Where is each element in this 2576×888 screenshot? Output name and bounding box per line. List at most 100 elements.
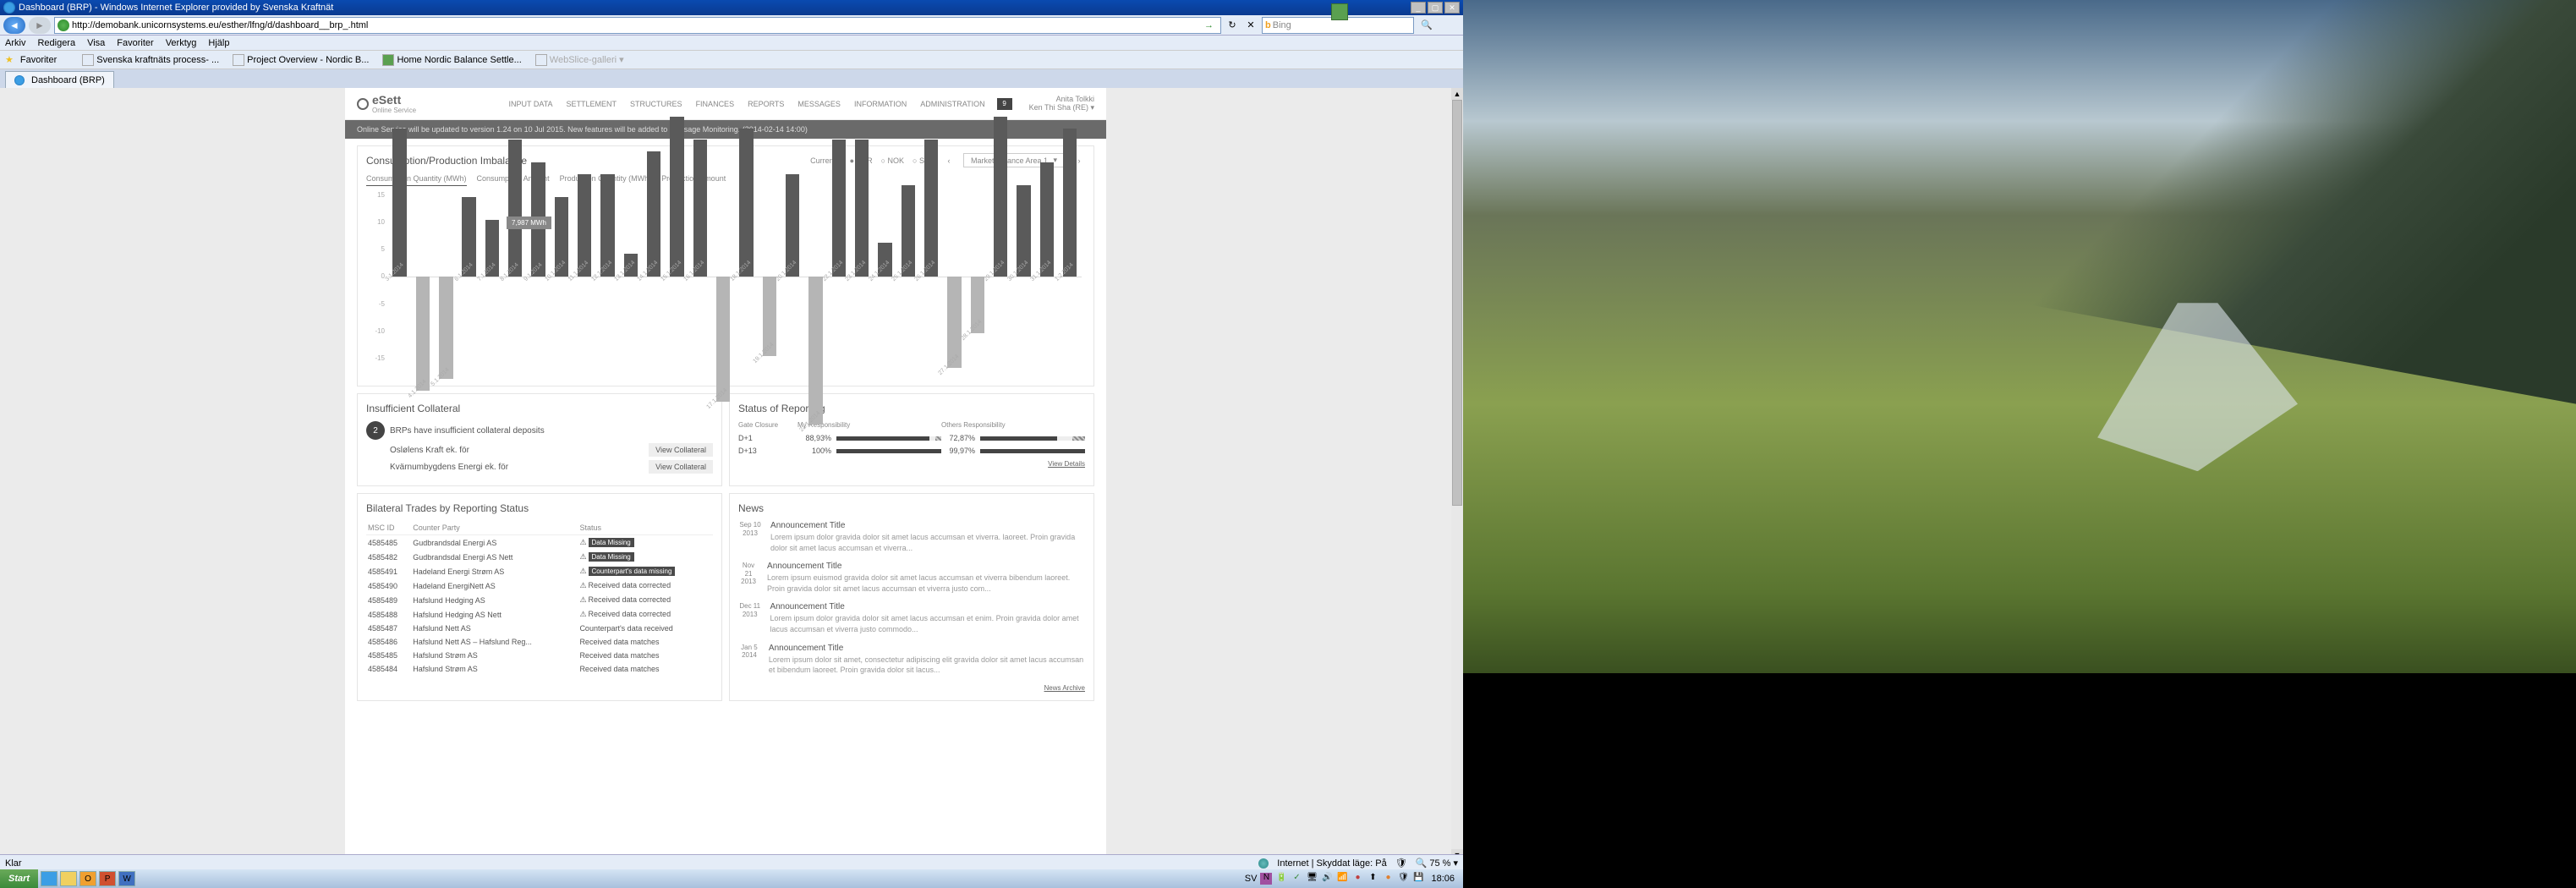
- scroll-thumb[interactable]: [1452, 100, 1462, 506]
- menu-arkiv[interactable]: Arkiv: [5, 38, 25, 48]
- news-item[interactable]: Dec 112013Announcement TitleLorem ipsum …: [738, 602, 1085, 634]
- table-row[interactable]: 4585486Hafslund Nett AS – Hafslund Reg..…: [366, 635, 713, 649]
- news-item[interactable]: Sep 102013Announcement TitleLorem ipsum …: [738, 521, 1085, 553]
- nav-administration[interactable]: ADMINISTRATION: [920, 100, 984, 108]
- address-bar[interactable]: http://demobank.unicornsystems.eu/esther…: [54, 17, 1221, 34]
- tray-icon[interactable]: 🔊: [1321, 873, 1333, 885]
- app-nav: INPUT DATA SETTLEMENT STRUCTURES FINANCE…: [509, 100, 985, 108]
- trades-title: Bilateral Trades by Reporting Status: [366, 502, 713, 514]
- table-row[interactable]: 4585489Hafslund Hedging AS⚠Received data…: [366, 593, 713, 607]
- tray-icon[interactable]: 🖥: [1306, 873, 1318, 885]
- notification-badge[interactable]: 9: [997, 98, 1012, 110]
- refresh-button[interactable]: ↻: [1225, 18, 1240, 33]
- url-text: http://demobank.unicornsystems.eu/esther…: [72, 20, 368, 30]
- tray-icon[interactable]: 💾: [1412, 873, 1424, 885]
- menu-verktyg[interactable]: Verktyg: [166, 38, 197, 48]
- table-row[interactable]: 4585491Hadeland Energi Strøm AS⚠Counterp…: [366, 564, 713, 578]
- chart-tooltip: 7,987 MWh: [507, 217, 551, 229]
- page-icon: [233, 54, 244, 66]
- page-icon: [82, 54, 94, 66]
- nav-structures[interactable]: STRUCTURES: [630, 100, 682, 108]
- chart-title: Consumption/Production Imbalance: [366, 155, 527, 167]
- nav-settlement[interactable]: SETTLEMENT: [567, 100, 617, 108]
- stop-button[interactable]: ✕: [1243, 18, 1258, 33]
- user-box[interactable]: Anita Tolkki Ken Thi Sha (RE) ▾: [1029, 95, 1094, 112]
- favorites-star-icon[interactable]: ★: [5, 54, 14, 65]
- ie-icon: [3, 2, 15, 14]
- tab-cons-qty[interactable]: Consumption Quantity (MWh): [366, 174, 467, 186]
- maximize-button[interactable]: ▢: [1428, 2, 1443, 14]
- taskbar-outlook[interactable]: O: [79, 871, 96, 886]
- collateral-row: Oslølens Kraft ek. förView Collateral: [390, 443, 713, 457]
- currency-nok[interactable]: ○ NOK: [881, 156, 904, 165]
- table-row[interactable]: 4585490Hadeland EnergiNett AS⚠Received d…: [366, 578, 713, 593]
- announcement-bar: Online Service will be updated to versio…: [345, 120, 1106, 139]
- tab-bar: Dashboard (BRP): [0, 69, 1463, 88]
- minimize-button[interactable]: _: [1411, 2, 1426, 14]
- zoom-control[interactable]: 🔍 75 % ▾: [1416, 858, 1458, 869]
- news-item[interactable]: Jan 52014Announcement TitleLorem ipsum d…: [738, 644, 1085, 676]
- nav-finances[interactable]: FINANCES: [696, 100, 735, 108]
- news-archive-link[interactable]: News Archive: [738, 684, 1085, 692]
- protected-mode-icon[interactable]: 🛡: [1395, 858, 1407, 869]
- start-button[interactable]: Start: [0, 869, 38, 888]
- menubar: Arkiv Redigera Visa Favoriter Verktyg Hj…: [0, 36, 1463, 51]
- table-row[interactable]: 4585485Hafslund Strøm ASReceived data ma…: [366, 649, 713, 662]
- menu-visa[interactable]: Visa: [87, 38, 105, 48]
- view-collateral-button[interactable]: View Collateral: [649, 460, 713, 474]
- back-button[interactable]: ◄: [3, 17, 25, 34]
- system-tray: SV N 🔋 ✓ 🖥 🔊 📶 ● ⬆ ● 🛡 💾 18:06: [1240, 873, 1463, 885]
- tray-icon[interactable]: 📶: [1336, 873, 1348, 885]
- tray-icon[interactable]: 🔋: [1275, 873, 1287, 885]
- close-button[interactable]: ✕: [1444, 2, 1460, 14]
- menu-favoriter[interactable]: Favoriter: [117, 38, 153, 48]
- prev-area-button[interactable]: ‹: [943, 156, 955, 165]
- tray-icon[interactable]: ●: [1382, 873, 1394, 885]
- nav-messages[interactable]: MESSAGES: [797, 100, 841, 108]
- table-row[interactable]: 4585482Gudbrandsdal Energi AS Nett⚠Data …: [366, 550, 713, 564]
- table-row[interactable]: 4585488Hafslund Hedging AS Nett⚠Received…: [366, 607, 713, 622]
- taskbar-ie[interactable]: [41, 871, 58, 886]
- view-details-link[interactable]: View Details: [738, 460, 1085, 468]
- status-row: D+188,93%72,87%: [738, 434, 1085, 442]
- taskbar: Start O P W SV N 🔋 ✓ 🖥 🔊 📶 ● ⬆ ● 🛡 💾 18:…: [0, 869, 1463, 888]
- search-button[interactable]: 🔍: [1417, 18, 1436, 33]
- search-placeholder: Bing: [1273, 20, 1291, 30]
- page-icon: [535, 54, 547, 66]
- taskbar-word[interactable]: W: [118, 871, 135, 886]
- view-collateral-button[interactable]: View Collateral: [649, 443, 713, 457]
- tray-icon[interactable]: ✓: [1291, 873, 1302, 885]
- news-item[interactable]: Nov 212013Announcement TitleLorem ipsum …: [738, 562, 1085, 594]
- vertical-scrollbar[interactable]: ▲ ▼: [1451, 88, 1463, 861]
- fav-item-3[interactable]: WebSlice-galleri ▾: [532, 54, 628, 66]
- taskbar-powerpoint[interactable]: P: [99, 871, 116, 886]
- tray-icon[interactable]: ●: [1351, 873, 1363, 885]
- favorites-label[interactable]: Favoriter: [20, 55, 57, 65]
- go-button[interactable]: →: [1204, 20, 1218, 30]
- security-zone: Internet | Skyddat läge: På: [1277, 858, 1386, 869]
- nav-information[interactable]: INFORMATION: [854, 100, 907, 108]
- collateral-panel: Insufficient Collateral 2 BRPs have insu…: [357, 393, 722, 486]
- table-row[interactable]: 4585484Hafslund Strøm ASReceived data ma…: [366, 662, 713, 676]
- nav-reports[interactable]: REPORTS: [748, 100, 784, 108]
- lang-indicator[interactable]: SV: [1245, 874, 1258, 884]
- tray-icon[interactable]: 🛡: [1397, 873, 1409, 885]
- scroll-up-button[interactable]: ▲: [1451, 88, 1463, 100]
- menu-hjalp[interactable]: Hjälp: [208, 38, 229, 48]
- news-title: News: [738, 502, 1085, 514]
- taskbar-explorer[interactable]: [60, 871, 77, 886]
- table-row[interactable]: 4585485Gudbrandsdal Energi AS⚠Data Missi…: [366, 535, 713, 551]
- tray-icon[interactable]: ⬆: [1367, 873, 1378, 885]
- forward-button: ►: [29, 17, 51, 34]
- fav-item-0[interactable]: Svenska kraftnäts process- ...: [79, 54, 222, 66]
- fav-item-1[interactable]: Project Overview - Nordic B...: [229, 54, 372, 66]
- menu-redigera[interactable]: Redigera: [37, 38, 75, 48]
- fav-item-2[interactable]: Home Nordic Balance Settle...: [379, 54, 524, 66]
- collateral-msg: BRPs have insufficient collateral deposi…: [390, 426, 545, 436]
- table-row[interactable]: 4585487Hafslund Nett ASCounterpart's dat…: [366, 622, 713, 635]
- tray-icon[interactable]: N: [1260, 873, 1272, 885]
- nav-input-data[interactable]: INPUT DATA: [509, 100, 553, 108]
- browser-tab[interactable]: Dashboard (BRP): [5, 71, 114, 88]
- esett-app: eSettOnline Service INPUT DATA SETTLEMEN…: [345, 88, 1106, 861]
- clock[interactable]: 18:06: [1428, 874, 1458, 884]
